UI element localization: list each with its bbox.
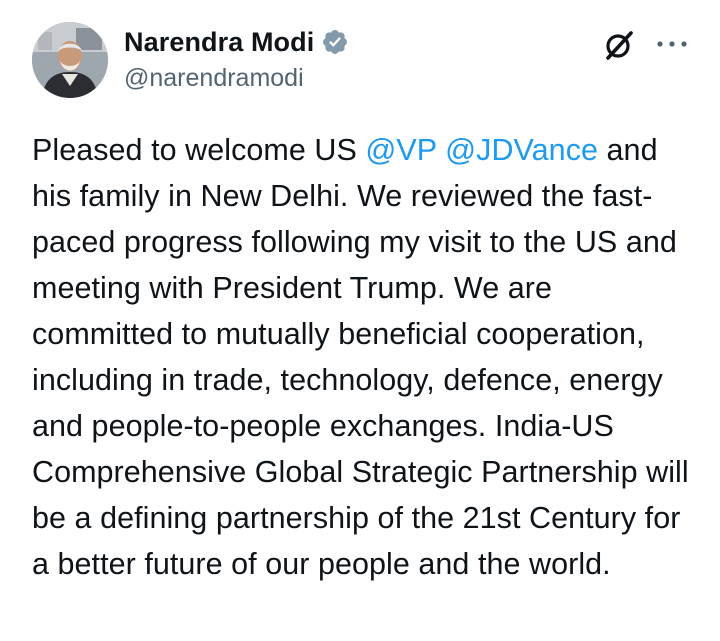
mention-jdvance-link[interactable]: @JDVance	[445, 133, 598, 167]
tweet-text-space	[437, 133, 446, 167]
tweet-text-part1: Pleased to welcome US	[32, 133, 366, 167]
grok-icon[interactable]	[602, 28, 636, 62]
more-options-icon[interactable]	[654, 32, 690, 56]
display-name[interactable]: Narendra Modi	[124, 27, 314, 58]
name-row: Narendra Modi	[124, 24, 349, 60]
verified-badge-icon[interactable]	[321, 28, 349, 56]
mention-vp-link[interactable]: @VP	[365, 133, 436, 167]
handle[interactable]: @narendramodi	[124, 64, 349, 93]
tweet-header: Narendra Modi @narendramodi	[32, 20, 692, 104]
tweet-text: Pleased to welcome US @VP @JDVance and h…	[32, 127, 692, 587]
author-block: Narendra Modi @narendramodi	[124, 24, 349, 93]
tweet-card: Narendra Modi @narendramodi Pleased to w…	[0, 0, 720, 641]
tweet-text-part2: and his family in New Delhi. We reviewed…	[32, 133, 689, 581]
avatar[interactable]	[32, 22, 108, 98]
profile-photo-icon	[32, 22, 108, 98]
